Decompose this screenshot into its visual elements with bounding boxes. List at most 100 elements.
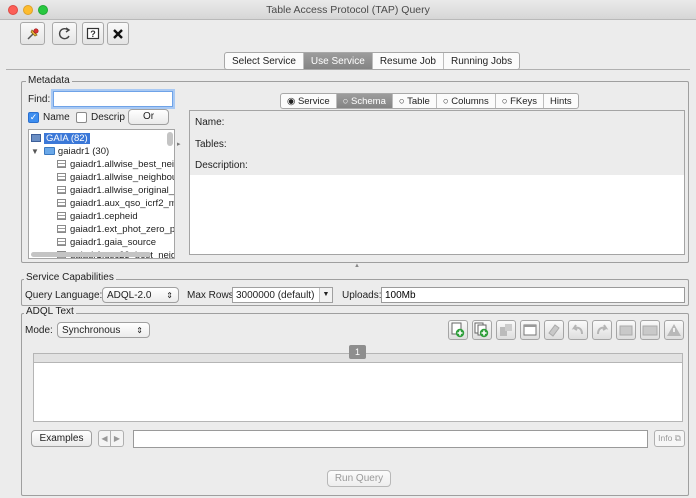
redo-icon	[597, 324, 609, 335]
undo-button[interactable]	[568, 320, 588, 340]
name-checkbox-label: Name	[43, 112, 70, 123]
mode-select[interactable]: Synchronous ⇕	[57, 322, 150, 338]
uploads-label: Uploads:	[342, 290, 382, 301]
table-icon	[57, 199, 66, 207]
description-area	[190, 175, 684, 254]
editor-tab-1[interactable]: 1	[349, 345, 366, 359]
or-button[interactable]: Or	[128, 109, 169, 125]
tree-vertical-scrollbar[interactable]	[167, 132, 173, 146]
table-icon	[57, 225, 66, 233]
max-rows-value: 3000000 (default)	[236, 290, 315, 301]
mode-value: Synchronous	[62, 325, 121, 336]
redo-button[interactable]	[592, 320, 612, 340]
tree-table-row[interactable]: gaiadr1.allwise_neighbou	[57, 171, 175, 184]
tree-table-label: gaiadr1.allwise_original_v	[70, 185, 175, 196]
name-field-label: Name:	[195, 117, 225, 128]
metadata-tree[interactable]: GAIA (82) ▼ gaiadr1 (30) gaiadr1.allwise_…	[28, 129, 175, 259]
subtab-hints[interactable]: Hints	[544, 94, 578, 108]
pin-button[interactable]	[20, 22, 45, 45]
tree-schema-gaiadr1[interactable]: ▼ gaiadr1 (30)	[31, 145, 109, 158]
splitter-arrow-icon[interactable]: ▸	[177, 140, 181, 148]
query-language-label: Query Language:	[25, 290, 103, 301]
window-title: Table Access Protocol (TAP) Query	[266, 4, 430, 16]
tree-root-gaia[interactable]: GAIA (82)	[29, 132, 90, 145]
tab-running-jobs[interactable]: Running Jobs	[444, 53, 519, 69]
clear-button[interactable]	[544, 320, 564, 340]
tree-table-row[interactable]: gaiadr1.allwise_original_v	[57, 184, 175, 197]
subtab-schema-label: Schema	[351, 96, 386, 107]
tree-table-label: gaiadr1.allwise_best_neig	[70, 159, 175, 170]
tree-table-label: gaiadr1.ext_phot_zero_pi	[70, 224, 175, 235]
tree-table-row[interactable]: gaiadr1.ext_phot_zero_pi	[57, 223, 175, 236]
close-button[interactable]	[107, 22, 129, 45]
subtab-fkeys[interactable]: ○ FKeys	[496, 94, 545, 108]
splitter-handle-icon[interactable]: ▲	[354, 263, 360, 269]
tab-use-service[interactable]: Use Service	[303, 53, 373, 69]
service-icon	[31, 134, 41, 142]
dropdown-arrow-icon[interactable]: ▼	[319, 288, 332, 302]
remove-tab-button[interactable]	[496, 320, 516, 340]
help-button[interactable]: ?	[82, 22, 104, 45]
metadata-label: Metadata	[26, 75, 72, 86]
subtab-table[interactable]: ○ Table	[393, 94, 437, 108]
descrip-checkbox-label: Descrip	[91, 112, 125, 123]
external-link-icon: ⧉	[674, 433, 681, 443]
tree-table-row[interactable]: gaiadr1.aux_qso_icrf2_m	[57, 197, 174, 210]
name-checkbox[interactable]: ✓	[28, 112, 39, 123]
description-field-label: Description:	[195, 160, 248, 171]
tab-select-service[interactable]: Select Service	[225, 53, 304, 69]
tree-table-row[interactable]: gaiadr1.gaia_source	[57, 236, 156, 249]
tables-field-label: Tables:	[195, 139, 227, 150]
undo-icon	[571, 324, 583, 335]
adql-editor[interactable]	[33, 362, 683, 422]
tree-root-label: GAIA (82)	[44, 133, 90, 144]
max-rows-combo[interactable]: 3000000 (default) ▼	[232, 287, 333, 303]
example-description-field[interactable]	[133, 430, 648, 448]
pin-icon	[26, 27, 39, 40]
tree-horizontal-scrollbar[interactable]	[31, 252, 151, 257]
svg-text:?: ?	[90, 29, 96, 39]
window-icon	[523, 324, 537, 336]
reload-icon	[58, 26, 70, 39]
query-language-select[interactable]: ADQL-2.0 ⇕	[102, 287, 179, 303]
subtab-service[interactable]: ◉ Service	[281, 94, 337, 108]
table-icon	[57, 238, 66, 246]
next-example-button[interactable]: ▶	[111, 430, 124, 447]
uploads-field[interactable]	[381, 287, 685, 303]
examples-button-visual[interactable]: Examples	[31, 430, 92, 447]
info-label: Info	[658, 433, 673, 443]
warning-button[interactable]	[664, 320, 684, 340]
table-icon	[57, 160, 66, 168]
tree-table-label: gaiadr1.cepheid	[70, 211, 138, 222]
expand-arrow-icon[interactable]: ▼	[31, 147, 39, 156]
copy-query-button[interactable]	[472, 320, 492, 340]
find-input[interactable]	[53, 91, 173, 107]
info-button[interactable]: Info ⧉	[654, 430, 685, 447]
title-bar: Table Access Protocol (TAP) Query	[0, 0, 696, 20]
descrip-checkbox[interactable]	[76, 112, 87, 123]
updown-arrows-icon: ⇕	[166, 291, 173, 300]
updown-arrows-icon: ⇕	[136, 326, 143, 335]
examples-button-label: Examples	[39, 433, 84, 444]
tree-table-row[interactable]: gaiadr1.cepheid	[57, 210, 138, 223]
find-label: Find:	[28, 94, 51, 105]
subtab-fkeys-label: FKeys	[510, 96, 538, 107]
keyboard-button[interactable]	[640, 320, 660, 340]
prev-example-button[interactable]: ◀	[98, 430, 111, 447]
reload-button[interactable]	[52, 22, 77, 45]
run-query-button[interactable]: Run Query	[327, 470, 391, 487]
tree-table-label: gaiadr1.gaia_source	[70, 237, 157, 248]
tree-schema-label: gaiadr1 (30)	[57, 146, 110, 157]
window-button[interactable]	[520, 320, 540, 340]
tab-resume-job[interactable]: Resume Job	[373, 53, 444, 69]
subtab-schema[interactable]: ○ Schema	[336, 94, 393, 108]
tree-table-label: gaiadr1.allwise_neighbou	[70, 172, 175, 183]
add-query-button[interactable]	[448, 320, 468, 340]
mode-label-text: Mode:	[25, 325, 53, 336]
table-icon	[57, 173, 66, 181]
tree-table-row[interactable]: gaiadr1.allwise_best_neig	[57, 158, 175, 171]
subtab-columns[interactable]: ○ Columns	[437, 94, 496, 108]
service-capabilities-label: Service Capabilities	[24, 272, 116, 283]
parse-button[interactable]	[616, 320, 636, 340]
parse-icon	[619, 325, 633, 336]
